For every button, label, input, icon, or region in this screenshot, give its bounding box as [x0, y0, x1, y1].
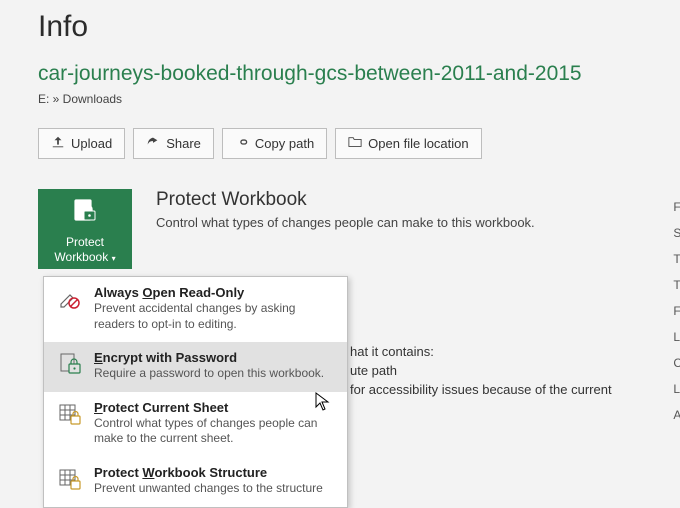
upload-button[interactable]: Upload	[38, 128, 125, 159]
upload-icon	[51, 135, 65, 152]
protect-workbook-button[interactable]: Protect Workbook ▾	[38, 189, 132, 269]
protect-line2: Workbook ▾	[54, 250, 115, 266]
link-icon	[235, 135, 249, 152]
menu-encrypt-with-password[interactable]: Encrypt with Password Require a password…	[44, 342, 347, 392]
lock-doc-icon	[73, 198, 97, 235]
open-location-button[interactable]: Open file location	[335, 128, 481, 159]
bg-text-3: for accessibility issues because of the …	[350, 382, 612, 397]
menu-title: Encrypt with Password	[94, 350, 324, 365]
protect-heading: Protect Workbook	[156, 189, 535, 211]
sheet-lock-icon	[56, 402, 84, 447]
menu-title: Protect Workbook Structure	[94, 465, 323, 480]
upload-label: Upload	[71, 136, 112, 151]
folder-icon	[348, 135, 362, 152]
pencil-prohibit-icon	[56, 287, 84, 332]
menu-desc: Prevent accidental changes by asking rea…	[94, 301, 337, 332]
open-location-label: Open file location	[368, 136, 468, 151]
menu-desc: Require a password to open this workbook…	[94, 366, 324, 382]
action-row: Upload Share Copy path Open file locatio…	[38, 128, 680, 159]
menu-protect-current-sheet[interactable]: Protect Current Sheet Control what types…	[44, 392, 347, 457]
workbook-lock-icon	[56, 467, 84, 497]
menu-desc: Prevent unwanted changes to the structur…	[94, 481, 323, 497]
share-label: Share	[166, 136, 201, 151]
copy-path-label: Copy path	[255, 136, 314, 151]
menu-always-open-read-only[interactable]: Always Open Read-Only Prevent accidental…	[44, 277, 347, 342]
lock-doc-icon	[56, 352, 84, 382]
copy-path-button[interactable]: Copy path	[222, 128, 327, 159]
menu-title: Protect Current Sheet	[94, 400, 337, 415]
protect-dropdown: Always Open Read-Only Prevent accidental…	[43, 276, 348, 508]
file-name: car-journeys-booked-through-gcs-between-…	[38, 62, 680, 86]
menu-title: Always Open Read-Only	[94, 285, 337, 300]
share-button[interactable]: Share	[133, 128, 214, 159]
protect-desc: Control what types of changes people can…	[156, 215, 535, 230]
bg-text-1: hat it contains:	[350, 344, 434, 359]
page-title: Info	[38, 10, 680, 44]
bg-text-2: ute path	[350, 363, 397, 378]
menu-protect-workbook-structure[interactable]: Protect Workbook Structure Prevent unwan…	[44, 457, 347, 507]
right-strip: FSTTFLCLA	[673, 200, 680, 434]
breadcrumb: E: » Downloads	[38, 92, 680, 106]
menu-desc: Control what types of changes people can…	[94, 416, 337, 447]
protect-line1: Protect	[66, 235, 104, 251]
share-icon	[146, 135, 160, 152]
